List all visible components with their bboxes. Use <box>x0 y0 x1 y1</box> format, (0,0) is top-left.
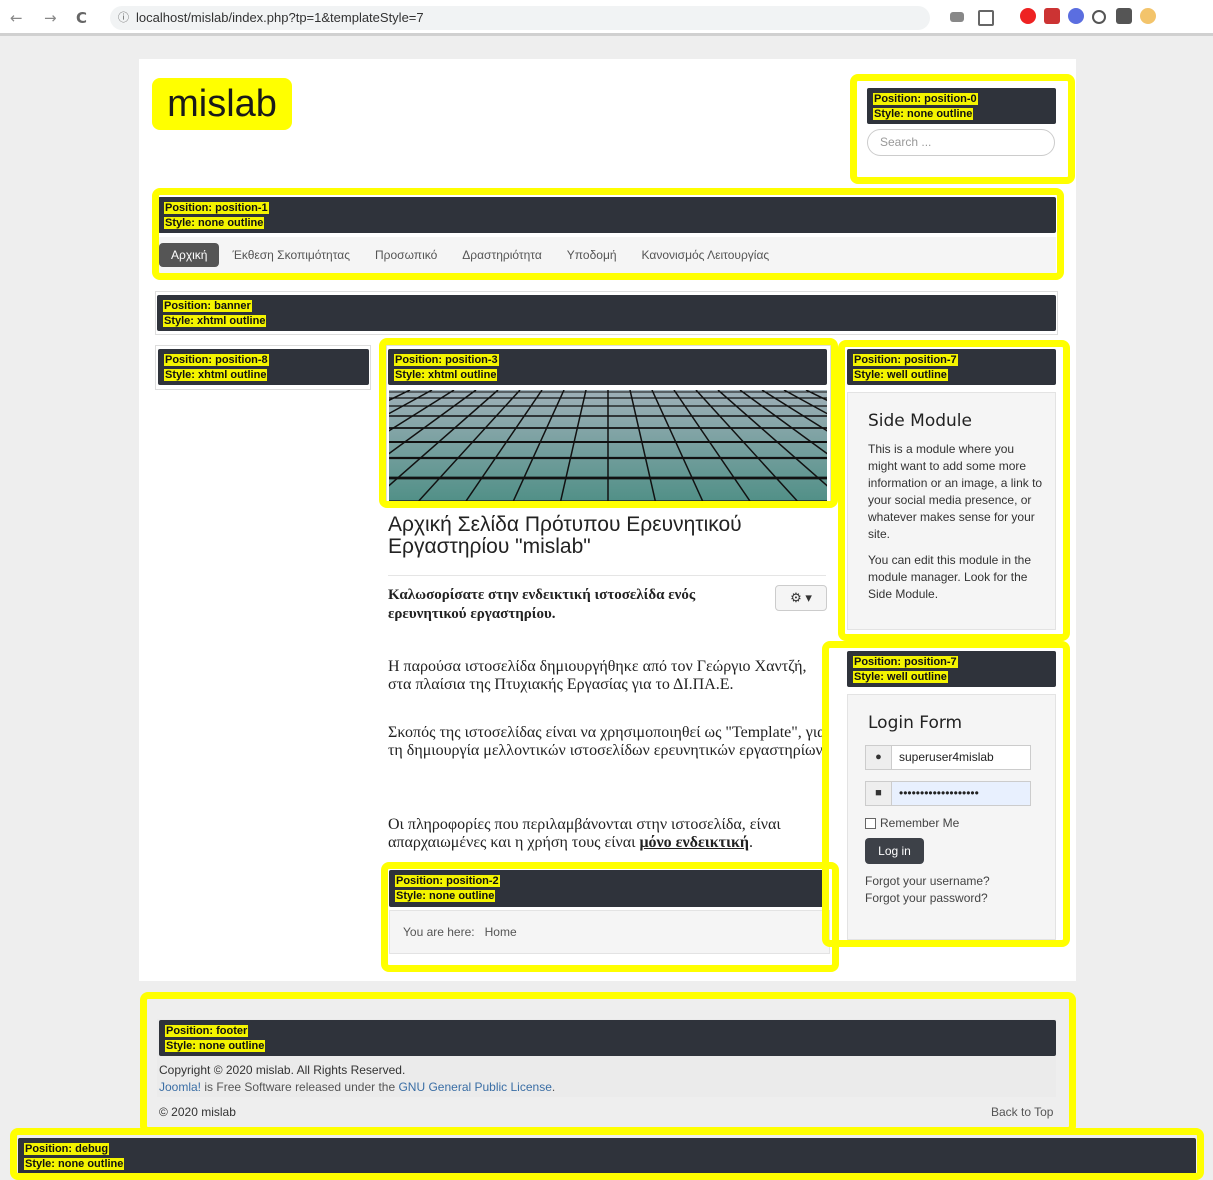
gear-icon[interactable]: ⚙ ▾ <box>775 585 827 611</box>
article-lead: Καλωσορίσατε στην ενδεικτική ιστοσελίδα … <box>388 587 696 622</box>
emphasis-link: μόνο ενδεικτική <box>639 834 749 851</box>
hero-image <box>389 390 827 504</box>
divider <box>388 575 826 576</box>
position-label-p3: Position: position-3 Style: xhtml outlin… <box>388 349 827 385</box>
side-module-title: Side Module <box>868 411 972 431</box>
extension-icon[interactable] <box>1092 10 1106 24</box>
position-label-p8: Position: position-8 Style: xhtml outlin… <box>158 349 369 385</box>
opera-icon[interactable] <box>1020 8 1036 24</box>
article-title: Αρχική Σελίδα Πρότυπου Ερευνητικού Εργασ… <box>388 513 742 558</box>
position-label-p1: Position: position-1 Style: none outline <box>158 197 1056 233</box>
lock-icon: ■ <box>866 782 892 805</box>
position-label-p2: Position: position-2 Style: none outline <box>389 870 828 907</box>
key-icon[interactable] <box>950 12 964 22</box>
browser-toolbar: ← → C ⓘ localhost/mislab/index.php?tp=1&… <box>0 0 1213 36</box>
side-module-text: This is a module where you might want to… <box>868 442 1043 541</box>
user-icon: ● <box>866 746 892 769</box>
breadcrumb-prefix: You are here: <box>403 925 475 939</box>
footer-license: Joomla! is Free Software released under … <box>159 1080 556 1094</box>
url-text: localhost/mislab/index.php?tp=1&template… <box>136 10 424 25</box>
star-icon[interactable] <box>978 10 994 26</box>
menu-item[interactable]: Προσωπικό <box>363 243 449 267</box>
forward-button[interactable]: → <box>44 9 57 27</box>
avatar[interactable] <box>1140 8 1156 24</box>
extension-icon[interactable] <box>1068 8 1084 24</box>
position-label-banner: Position: banner Style: xhtml outline <box>157 295 1056 331</box>
remember-label: Remember Me <box>880 816 960 830</box>
info-icon[interactable]: ⓘ <box>118 6 129 30</box>
forgot-username-link[interactable]: Forgot your username? <box>865 873 990 890</box>
side-module-text: You can edit this module in the module m… <box>868 553 1032 601</box>
position-label-p0: Position: position-0 Style: none outline <box>867 88 1056 124</box>
menu-item[interactable]: Έκθεση Σκοπιμότητας <box>220 243 362 267</box>
main-menu: Αρχική Έκθεση Σκοπιμότητας Προσωπικό Δραστη… <box>159 243 782 267</box>
side-module: Side Module This is a module where you m… <box>847 392 1056 630</box>
footer-copyright: Copyright © 2020 mislab. All Rights Rese… <box>159 1063 406 1077</box>
footer-small-copyright: © 2020 mislab <box>159 1105 236 1119</box>
username-field[interactable]: ● superuser4mislab <box>865 745 1031 770</box>
search-input[interactable]: Search ... <box>867 129 1055 156</box>
position-label-p7: Position: position-7 Style: well outline <box>847 651 1056 687</box>
password-field[interactable]: ■ ••••••••••••••••••• <box>865 781 1031 806</box>
back-to-top-link[interactable]: Back to Top <box>991 1105 1053 1120</box>
forgot-password-link[interactable]: Forgot your password? <box>865 890 988 907</box>
article-paragraph: Σκοπός της ιστοσελίδας είναι να χρησιμοπ… <box>388 724 827 759</box>
joomla-link[interactable]: Joomla! <box>159 1080 201 1094</box>
position-label-debug: Position: debug Style: none outline <box>18 1138 1196 1174</box>
article-paragraph: Οι πληροφορίες που περιλαμβάνονται στην … <box>388 816 781 851</box>
extension-icon[interactable] <box>1044 8 1060 24</box>
login-title: Login Form <box>868 713 963 733</box>
address-bar[interactable]: ⓘ localhost/mislab/index.php?tp=1&templa… <box>110 6 930 30</box>
article-paragraph: Η παρούσα ιστοσελίδα δημιουργήθηκε από τ… <box>388 658 807 693</box>
remember-checkbox[interactable] <box>865 818 876 829</box>
puzzle-icon[interactable] <box>1116 8 1132 24</box>
menu-item[interactable]: Κανονισμός Λειτουργίας <box>630 243 782 267</box>
back-button[interactable]: ← <box>10 9 23 27</box>
breadcrumb: You are here: Home <box>389 910 830 954</box>
position-label-footer: Position: footer Style: none outline <box>159 1020 1056 1056</box>
menu-item[interactable]: Υποδομή <box>555 243 629 267</box>
breadcrumb-home[interactable]: Home <box>485 925 517 939</box>
login-button[interactable]: Log in <box>865 838 924 864</box>
reload-button[interactable]: C <box>76 9 87 27</box>
menu-item[interactable]: Δραστηριότητα <box>450 243 554 267</box>
site-logo[interactable]: mislab <box>152 78 292 130</box>
grid-floor-image <box>389 390 827 504</box>
position-label-p7: Position: position-7 Style: well outline <box>847 349 1056 385</box>
gnu-link[interactable]: GNU General Public License <box>398 1080 551 1094</box>
menu-item[interactable]: Αρχική <box>159 243 220 267</box>
